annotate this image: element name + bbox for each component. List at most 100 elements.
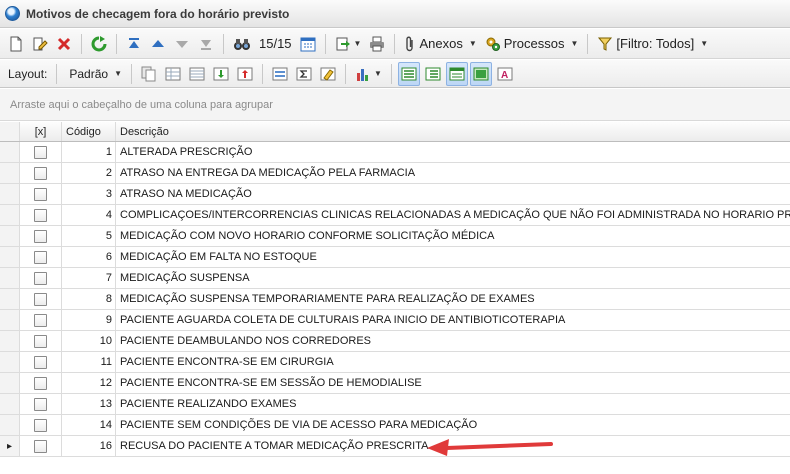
row-indicator[interactable]	[0, 289, 20, 309]
row-check-cell[interactable]	[20, 163, 62, 183]
delete-layout-button[interactable]	[234, 62, 256, 86]
row-description[interactable]: MEDICAÇÃO SUSPENSA TEMPORARIAMENTE PARA …	[116, 289, 790, 309]
chart-button[interactable]: ▼	[352, 62, 385, 86]
row-description[interactable]: ALTERADA PRESCRIÇÃO	[116, 142, 790, 162]
table-row[interactable]: 7 MEDICAÇÃO SUSPENSA	[0, 268, 790, 289]
table-row[interactable]: 3 ATRASO NA MEDICAÇÃO	[0, 184, 790, 205]
row-description[interactable]: PACIENTE ENCONTRA-SE EM SESSÃO DE HEMODI…	[116, 373, 790, 393]
row-indicator[interactable]	[0, 163, 20, 183]
row-code[interactable]: 11	[62, 352, 116, 372]
row-description[interactable]: MEDICAÇÃO COM NOVO HORARIO CONFORME SOLI…	[116, 226, 790, 246]
column-header-description[interactable]: Descrição	[116, 122, 790, 141]
row-description[interactable]: PACIENTE SEM CONDIÇÕES DE VIA DE ACESSO …	[116, 415, 790, 435]
table-row[interactable]: 14 PACIENTE SEM CONDIÇÕES DE VIA DE ACESS…	[0, 415, 790, 436]
filter-button[interactable]: [Filtro: Todos] ▼	[594, 32, 711, 56]
export-button[interactable]: ▼	[332, 32, 365, 56]
row-check-cell[interactable]	[20, 247, 62, 267]
row-check-cell[interactable]	[20, 373, 62, 393]
row-check-cell[interactable]	[20, 415, 62, 435]
row-code[interactable]: 5	[62, 226, 116, 246]
font-button[interactable]: A	[494, 62, 516, 86]
first-record-button[interactable]	[123, 32, 145, 56]
row-code[interactable]: 9	[62, 310, 116, 330]
new-record-button[interactable]	[5, 32, 27, 56]
view-grid-lines-button[interactable]	[397, 61, 420, 86]
row-checkbox[interactable]	[34, 166, 47, 180]
calendar-button[interactable]	[297, 32, 319, 56]
row-code[interactable]: 16	[62, 436, 116, 456]
table-row[interactable]: 4 COMPLICAÇOES/INTERCORRENCIAS CLINICAS R…	[0, 205, 790, 226]
view-fill-button[interactable]	[469, 61, 492, 86]
row-code[interactable]: 2	[62, 163, 116, 183]
row-checkbox[interactable]	[34, 271, 47, 285]
row-indicator[interactable]	[0, 310, 20, 330]
row-code[interactable]: 12	[62, 373, 116, 393]
row-indicator[interactable]	[0, 268, 20, 288]
row-description[interactable]: PACIENTE REALIZANDO EXAMES	[116, 394, 790, 414]
table-row[interactable]: 2 ATRASO NA ENTREGA DA MEDICAÇÃO PELA FAR…	[0, 163, 790, 184]
row-checkbox[interactable]	[34, 292, 47, 306]
row-code[interactable]: 1	[62, 142, 116, 162]
row-indicator[interactable]	[0, 394, 20, 414]
row-check-cell[interactable]	[20, 268, 62, 288]
processos-button[interactable]: Processos ▼	[482, 32, 582, 56]
print-button[interactable]	[366, 32, 388, 56]
table-row[interactable]: 5 MEDICAÇÃO COM NOVO HORARIO CONFORME SOL…	[0, 226, 790, 247]
anexos-button[interactable]: Anexos ▼	[401, 32, 479, 56]
row-checkbox[interactable]	[34, 334, 47, 348]
row-checkbox[interactable]	[34, 208, 47, 222]
row-checkbox[interactable]	[34, 397, 47, 411]
table-row[interactable]: 6 MEDICAÇÃO EM FALTA NO ESTOQUE	[0, 247, 790, 268]
table-row[interactable]: 1 ALTERADA PRESCRIÇÃO	[0, 142, 790, 163]
row-checkbox[interactable]	[34, 418, 47, 432]
view-header-button[interactable]	[445, 61, 468, 86]
column-header-code[interactable]: Código	[62, 122, 116, 141]
row-code[interactable]: 7	[62, 268, 116, 288]
row-checkbox[interactable]	[34, 439, 47, 453]
row-code[interactable]: 4	[62, 205, 116, 225]
row-description[interactable]: PACIENTE ENCONTRA-SE EM CIRURGIA	[116, 352, 790, 372]
copy-layout-button[interactable]	[138, 62, 160, 86]
search-button[interactable]	[230, 32, 254, 56]
row-indicator[interactable]	[0, 331, 20, 351]
save-layout-button[interactable]	[210, 62, 232, 86]
row-checkbox[interactable]	[34, 250, 47, 264]
group-by-panel[interactable]: Arraste aqui o cabeçalho de uma coluna p…	[0, 89, 790, 121]
row-indicator[interactable]	[0, 352, 20, 372]
row-checkbox[interactable]	[34, 355, 47, 369]
row-description[interactable]: MEDICAÇÃO EM FALTA NO ESTOQUE	[116, 247, 790, 267]
summary-button[interactable]	[293, 62, 315, 86]
row-description[interactable]: PACIENTE AGUARDA COLETA DE CULTURAIS PAR…	[116, 310, 790, 330]
row-description[interactable]: PACIENTE DEAMBULANDO NOS CORREDORES	[116, 331, 790, 351]
last-record-button[interactable]	[195, 32, 217, 56]
row-code[interactable]: 3	[62, 184, 116, 204]
table-row[interactable]: 8 MEDICAÇÃO SUSPENSA TEMPORARIAMENTE PARA…	[0, 289, 790, 310]
row-checkbox[interactable]	[34, 229, 47, 243]
row-indicator[interactable]	[0, 226, 20, 246]
row-checkbox[interactable]	[34, 145, 47, 159]
view-compact-button[interactable]	[422, 62, 444, 86]
row-check-cell[interactable]	[20, 436, 62, 456]
highlight-button[interactable]	[317, 62, 339, 86]
row-code[interactable]: 13	[62, 394, 116, 414]
row-check-cell[interactable]	[20, 184, 62, 204]
next-record-button[interactable]	[171, 32, 193, 56]
row-check-cell[interactable]	[20, 289, 62, 309]
row-code[interactable]: 6	[62, 247, 116, 267]
row-check-cell[interactable]	[20, 226, 62, 246]
columns-button[interactable]	[269, 62, 291, 86]
grid-layout-button[interactable]	[162, 62, 184, 86]
delete-record-button[interactable]	[53, 32, 75, 56]
row-indicator[interactable]	[0, 184, 20, 204]
layout-preset-dropdown[interactable]: Padrão ▼	[63, 62, 125, 86]
row-description[interactable]: ATRASO NA ENTREGA DA MEDICAÇÃO PELA FARM…	[116, 163, 790, 183]
row-description[interactable]: MEDICAÇÃO SUSPENSA	[116, 268, 790, 288]
row-check-cell[interactable]	[20, 142, 62, 162]
refresh-button[interactable]	[88, 32, 110, 56]
row-checkbox[interactable]	[34, 313, 47, 327]
previous-record-button[interactable]	[147, 32, 169, 56]
row-indicator[interactable]	[0, 415, 20, 435]
column-header-check[interactable]: [x]	[20, 122, 62, 141]
row-check-cell[interactable]	[20, 331, 62, 351]
row-code[interactable]: 14	[62, 415, 116, 435]
